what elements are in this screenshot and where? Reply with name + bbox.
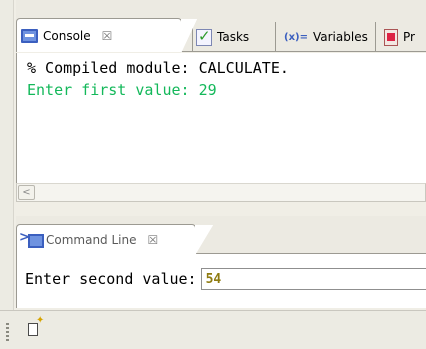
tab-separator	[375, 22, 376, 51]
new-view-icon[interactable]	[28, 315, 44, 336]
scroll-left-arrow-icon[interactable]: <	[18, 185, 35, 200]
tab-command-line[interactable]: Command Line ☒	[16, 224, 213, 255]
console-tab-bar: Console ☒ Tasks (x)= Variables Pr	[16, 0, 426, 53]
tab-tasks[interactable]: Tasks	[196, 22, 255, 52]
horizontal-scrollbar[interactable]: <	[16, 183, 426, 202]
bottom-trim-bar	[0, 310, 426, 349]
tasks-icon	[196, 27, 212, 46]
variables-icon: (x)=	[284, 31, 308, 43]
tab-tasks-label: Tasks	[217, 30, 250, 44]
close-icon[interactable]: ☒	[102, 29, 113, 43]
console-view: Console ☒ Tasks (x)= Variables Pr % Comp…	[16, 0, 426, 214]
trim-drag-handle[interactable]	[6, 323, 9, 341]
tab-variables-label: Variables	[312, 30, 368, 44]
command-line-area: Enter second value:	[16, 254, 426, 308]
tab-variables[interactable]: (x)= Variables	[278, 22, 374, 52]
tab-command-line-label: Command Line	[46, 232, 137, 247]
command-line-icon	[19, 230, 44, 248]
close-icon[interactable]: ☒	[148, 233, 159, 247]
command-line-view: Command Line ☒ Enter second value:	[16, 216, 426, 308]
command-input[interactable]	[200, 268, 426, 290]
left-trim-gutter	[0, 0, 14, 349]
tab-problems[interactable]: Pr	[378, 22, 421, 52]
prompt-label: Enter second value:	[25, 270, 197, 288]
command-line-tab-bar: Command Line ☒	[16, 216, 426, 255]
tab-console-label: Console	[43, 28, 91, 43]
problems-icon	[384, 28, 398, 46]
console-output-area[interactable]: % Compiled module: CALCULATE. Enter firs…	[16, 53, 426, 183]
tab-separator	[275, 22, 276, 51]
console-output-line: % Compiled module: CALCULATE.	[27, 59, 289, 77]
tab-problems-label: Pr	[403, 30, 415, 44]
tab-console[interactable]: Console ☒	[16, 18, 197, 53]
console-input-line: Enter first value: 29	[27, 81, 217, 99]
console-icon	[21, 28, 38, 43]
prompt-row: Enter second value:	[25, 268, 426, 290]
